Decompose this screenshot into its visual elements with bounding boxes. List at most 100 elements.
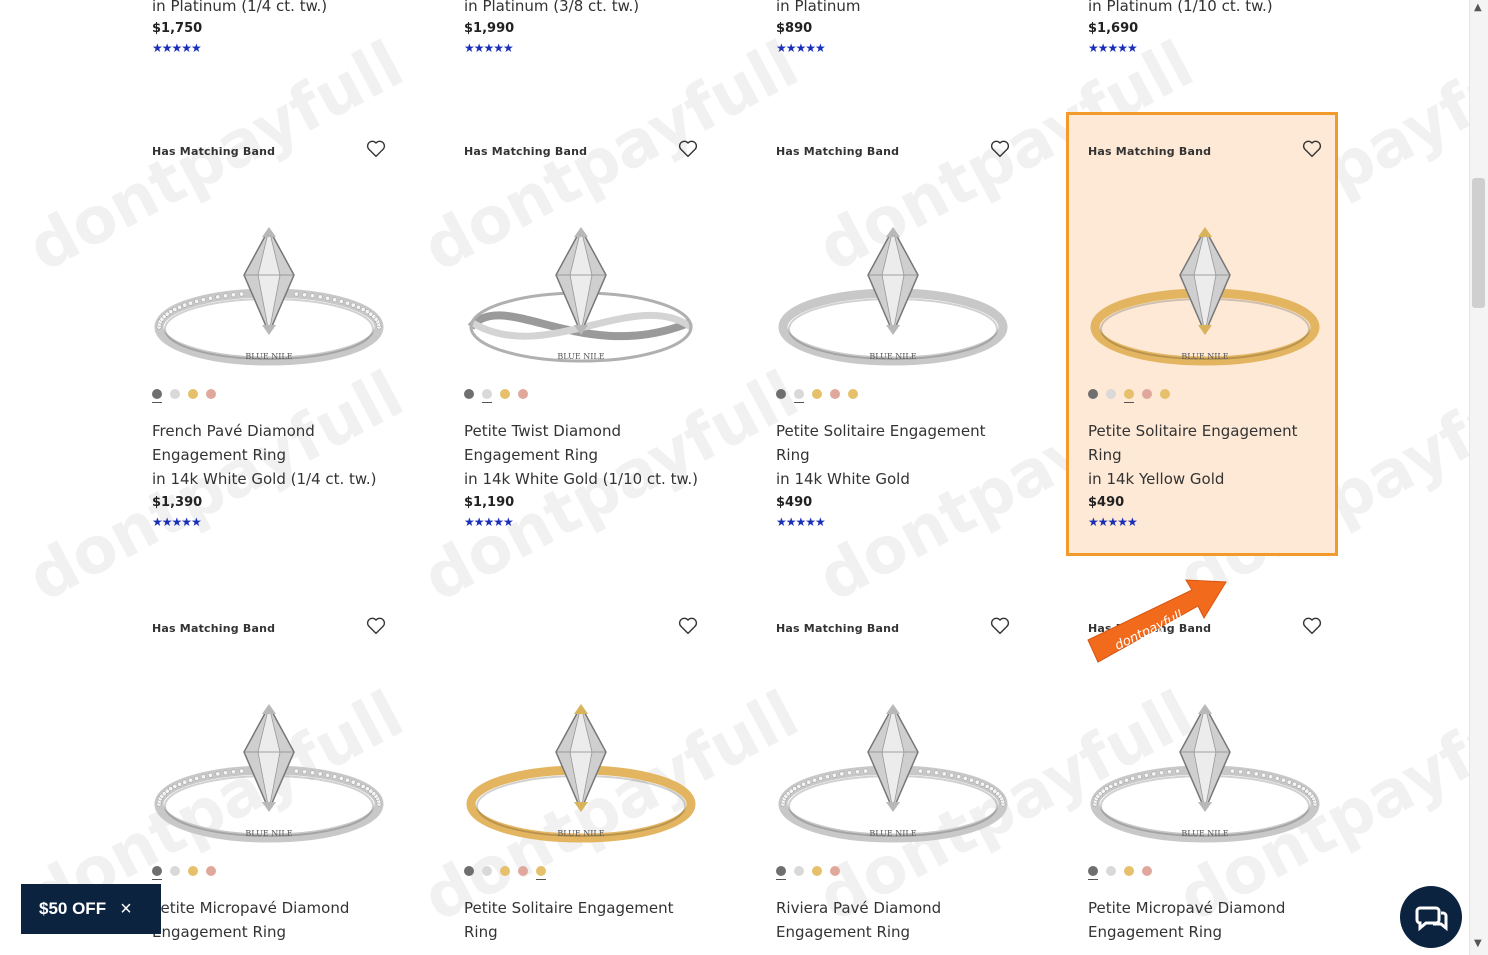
- product-name[interactable]: Petite Twist Diamond Engagement Ring in …: [464, 419, 734, 491]
- metal-swatch[interactable]: [188, 389, 198, 399]
- metal-swatch[interactable]: [848, 389, 858, 399]
- metal-swatch[interactable]: [536, 866, 546, 880]
- product-name-line: Engagement Ring: [152, 923, 287, 941]
- product-name[interactable]: Riviera Pavé Diamond Engagement Ring: [776, 896, 1046, 944]
- scroll-thumb[interactable]: [1472, 178, 1485, 308]
- product-name[interactable]: Petite Micropavé Diamond Engagement Ring: [152, 896, 422, 944]
- metal-swatch[interactable]: [464, 866, 474, 876]
- metal-swatch[interactable]: [170, 866, 180, 876]
- product-name[interactable]: Petite Solitaire Engagement Ring in 14k …: [1088, 419, 1358, 491]
- metal-swatch[interactable]: [152, 866, 162, 880]
- product-metal: in Platinum (1/4 ct. tw.): [152, 0, 328, 15]
- metal-swatch[interactable]: [794, 866, 804, 876]
- close-icon[interactable]: ×: [120, 898, 132, 921]
- product-name[interactable]: French Pavé Diamond Engagement Ring in 1…: [152, 419, 422, 491]
- svg-text:BLUE NILE: BLUE NILE: [557, 829, 604, 838]
- promo-banner[interactable]: $50 OFF ×: [21, 884, 161, 934]
- heart-icon[interactable]: [677, 615, 699, 637]
- metal-swatch[interactable]: [1106, 389, 1116, 399]
- product-price: $1,990: [464, 21, 515, 36]
- product-metal: in 14k White Gold (1/4 ct. tw.): [152, 470, 377, 488]
- metal-swatch[interactable]: [830, 389, 840, 399]
- product-name[interactable]: Petite Solitaire Engagement Ring in 14k …: [776, 419, 1046, 491]
- product-metal: in Platinum: [776, 0, 861, 15]
- product-name[interactable]: Petite Micropavé Diamond Engagement Ring: [1088, 896, 1358, 944]
- svg-text:BLUE NILE: BLUE NILE: [1181, 829, 1228, 838]
- metal-swatch[interactable]: [500, 866, 510, 876]
- heart-icon[interactable]: [677, 138, 699, 160]
- ring-image[interactable]: BLUE NILE: [152, 704, 386, 850]
- metal-swatch[interactable]: [188, 866, 198, 876]
- metal-swatch[interactable]: [830, 866, 840, 876]
- product-metal: in Platinum (3/8 ct. tw.): [464, 0, 640, 15]
- ring-image[interactable]: BLUE NILE: [1088, 227, 1322, 373]
- ring-image[interactable]: BLUE NILE: [464, 227, 698, 373]
- heart-icon[interactable]: [989, 615, 1011, 637]
- product-metal: in Platinum (1/10 ct. tw.): [1088, 0, 1273, 15]
- product-name-line: Ring: [776, 446, 810, 464]
- ring-image[interactable]: BLUE NILE: [464, 704, 698, 850]
- scroll-up-icon[interactable]: ▲: [1474, 2, 1482, 13]
- metal-swatch[interactable]: [206, 866, 216, 876]
- heart-icon[interactable]: [365, 138, 387, 160]
- product-name[interactable]: Petite Solitaire Engagement Ring: [464, 896, 734, 944]
- product-name-line: Engagement Ring: [464, 446, 599, 464]
- metal-swatch[interactable]: [1124, 866, 1134, 876]
- metal-swatch[interactable]: [152, 389, 162, 403]
- product-name-line: Petite Micropavé Diamond: [1088, 899, 1286, 917]
- rating-stars: ★★★★★: [1088, 41, 1138, 55]
- metal-swatch[interactable]: [1124, 389, 1134, 403]
- matching-band-badge: Has Matching Band: [152, 622, 276, 635]
- metal-swatch[interactable]: [518, 866, 528, 876]
- product-price: $490: [1088, 495, 1125, 510]
- metal-swatch[interactable]: [518, 389, 528, 399]
- svg-text:BLUE NILE: BLUE NILE: [869, 829, 916, 838]
- scroll-down-icon[interactable]: ▼: [1474, 938, 1482, 949]
- matching-band-badge: Has Matching Band: [776, 145, 900, 158]
- product-price: $490: [776, 495, 813, 510]
- metal-swatch[interactable]: [206, 389, 216, 399]
- product-name-line: Ring: [464, 923, 498, 941]
- svg-text:BLUE NILE: BLUE NILE: [245, 829, 292, 838]
- product-grid: dontpayfull dontpayfull dontpayfull dont…: [0, 0, 1488, 955]
- metal-swatch[interactable]: [812, 389, 822, 399]
- promo-label: $50 OFF: [39, 899, 107, 918]
- metal-swatch[interactable]: [1160, 389, 1170, 399]
- ring-image[interactable]: BLUE NILE: [776, 227, 1010, 373]
- metal-swatch[interactable]: [794, 389, 804, 403]
- metal-swatch[interactable]: [1088, 389, 1098, 399]
- metal-swatch[interactable]: [464, 389, 474, 399]
- metal-swatch[interactable]: [1106, 866, 1116, 876]
- metal-swatch[interactable]: [500, 389, 510, 399]
- ring-image[interactable]: BLUE NILE: [776, 704, 1010, 850]
- matching-band-badge: Has Matching Band: [776, 622, 900, 635]
- rating-stars: ★★★★★: [1088, 515, 1138, 529]
- heart-icon[interactable]: [365, 615, 387, 637]
- ring-image[interactable]: BLUE NILE: [152, 227, 386, 373]
- metal-swatch[interactable]: [1142, 389, 1152, 399]
- rating-stars: ★★★★★: [464, 41, 514, 55]
- svg-text:BLUE NILE: BLUE NILE: [869, 352, 916, 361]
- chat-button[interactable]: [1400, 886, 1462, 948]
- rating-stars: ★★★★★: [152, 41, 202, 55]
- product-name-line: Engagement Ring: [776, 923, 911, 941]
- metal-swatch[interactable]: [1142, 866, 1152, 876]
- heart-icon[interactable]: [989, 138, 1011, 160]
- scrollbar[interactable]: ▲ ▼: [1469, 0, 1488, 955]
- product-price: $890: [776, 21, 813, 36]
- metal-swatch[interactable]: [482, 866, 492, 876]
- metal-swatch[interactable]: [776, 866, 786, 880]
- ring-image[interactable]: BLUE NILE: [1088, 704, 1322, 850]
- product-price: $1,690: [1088, 21, 1139, 36]
- product-name-line: Petite Solitaire Engagement: [464, 899, 674, 917]
- heart-icon[interactable]: [1301, 138, 1323, 160]
- product-name-line: Riviera Pavé Diamond: [776, 899, 942, 917]
- metal-swatch[interactable]: [1088, 866, 1098, 880]
- metal-swatch[interactable]: [776, 389, 786, 399]
- metal-swatch[interactable]: [482, 389, 492, 403]
- product-name-line: Engagement Ring: [1088, 923, 1223, 941]
- metal-swatch[interactable]: [170, 389, 180, 399]
- heart-icon[interactable]: [1301, 615, 1323, 637]
- metal-swatch[interactable]: [812, 866, 822, 876]
- product-name-line: Petite Solitaire Engagement: [776, 422, 986, 440]
